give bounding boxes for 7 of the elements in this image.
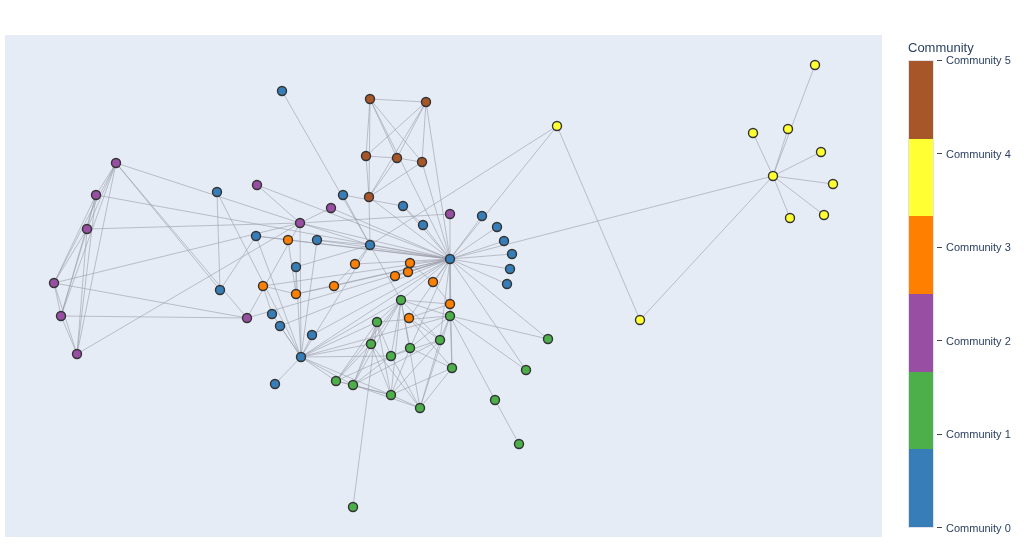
colorbar-label: Community 1 xyxy=(946,428,1011,441)
colorbar-title: Community xyxy=(908,42,975,54)
colorbar-label: Community 3 xyxy=(946,241,1011,254)
colorbar-label: Community 5 xyxy=(946,54,1011,66)
colorbar-label: Community 2 xyxy=(946,334,1011,347)
colorbar-label: Community 0 xyxy=(946,521,1011,534)
colorbar-label: Community 4 xyxy=(946,147,1011,160)
